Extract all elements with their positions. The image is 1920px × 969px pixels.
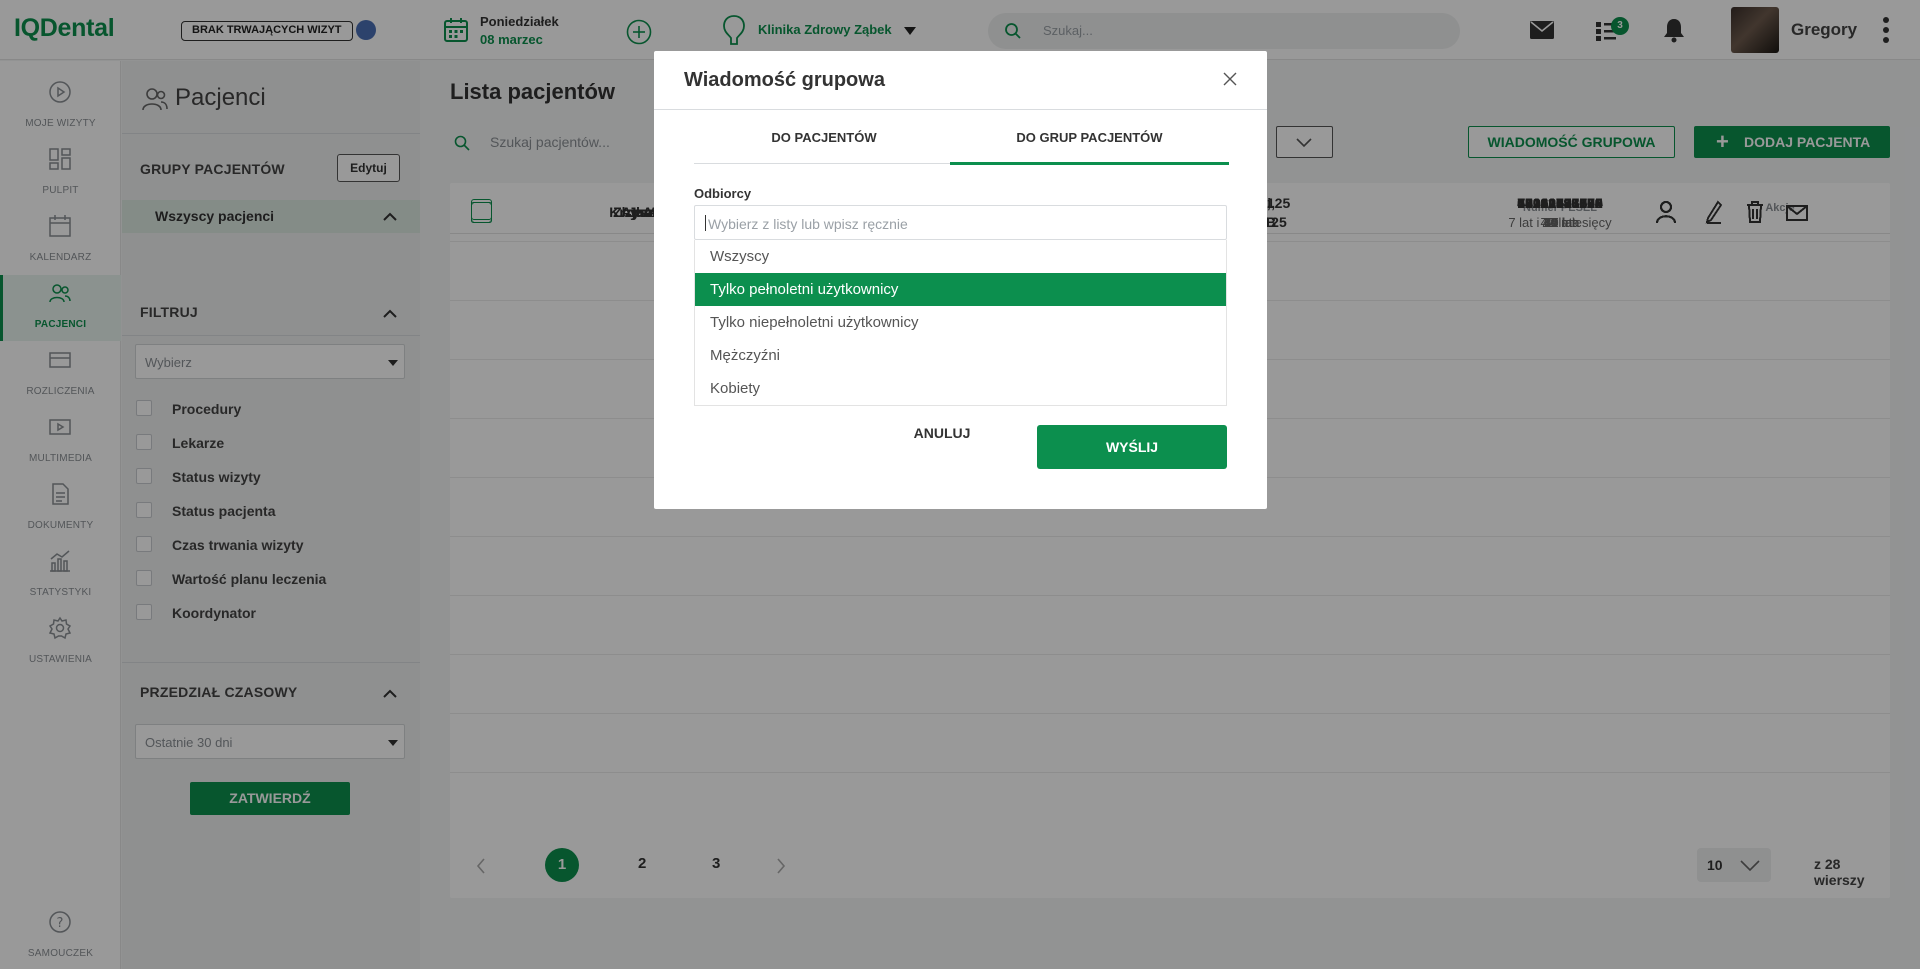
divider — [654, 109, 1267, 110]
group-message-modal: Wiadomość grupowa DO PACJENTÓW DO GRUP P… — [654, 51, 1267, 509]
tab-to-patients[interactable]: DO PACJENTÓW — [694, 130, 954, 215]
recipients-input[interactable]: Wybierz z listy lub wpisz ręcznie — [694, 205, 1227, 240]
option-adults-only[interactable]: Tylko pełnoletni użytkownicy — [695, 273, 1226, 306]
option-all[interactable]: Wszyscy — [695, 240, 1226, 273]
modal-title: Wiadomość grupowa — [684, 69, 885, 91]
recipients-placeholder: Wybierz z listy lub wpisz ręcznie — [708, 216, 908, 232]
send-button[interactable]: WYŚLIJ — [1037, 425, 1227, 469]
option-women[interactable]: Kobiety — [695, 372, 1226, 405]
option-minors-only[interactable]: Tylko niepełnoletni użytkownicy — [695, 306, 1226, 339]
recipients-dropdown: Wszyscy Tylko pełnoletni użytkownicy Tyl… — [694, 240, 1227, 406]
cancel-button[interactable]: ANULUJ — [892, 425, 992, 441]
tab-to-patient-groups[interactable]: DO GRUP PACJENTÓW — [950, 130, 1229, 215]
option-men[interactable]: Mężczyźni — [695, 339, 1226, 372]
active-tab-indicator — [950, 162, 1229, 165]
recipients-label: Odbiorcy — [694, 186, 752, 201]
text-caret — [705, 215, 706, 231]
close-icon[interactable] — [1222, 71, 1238, 87]
